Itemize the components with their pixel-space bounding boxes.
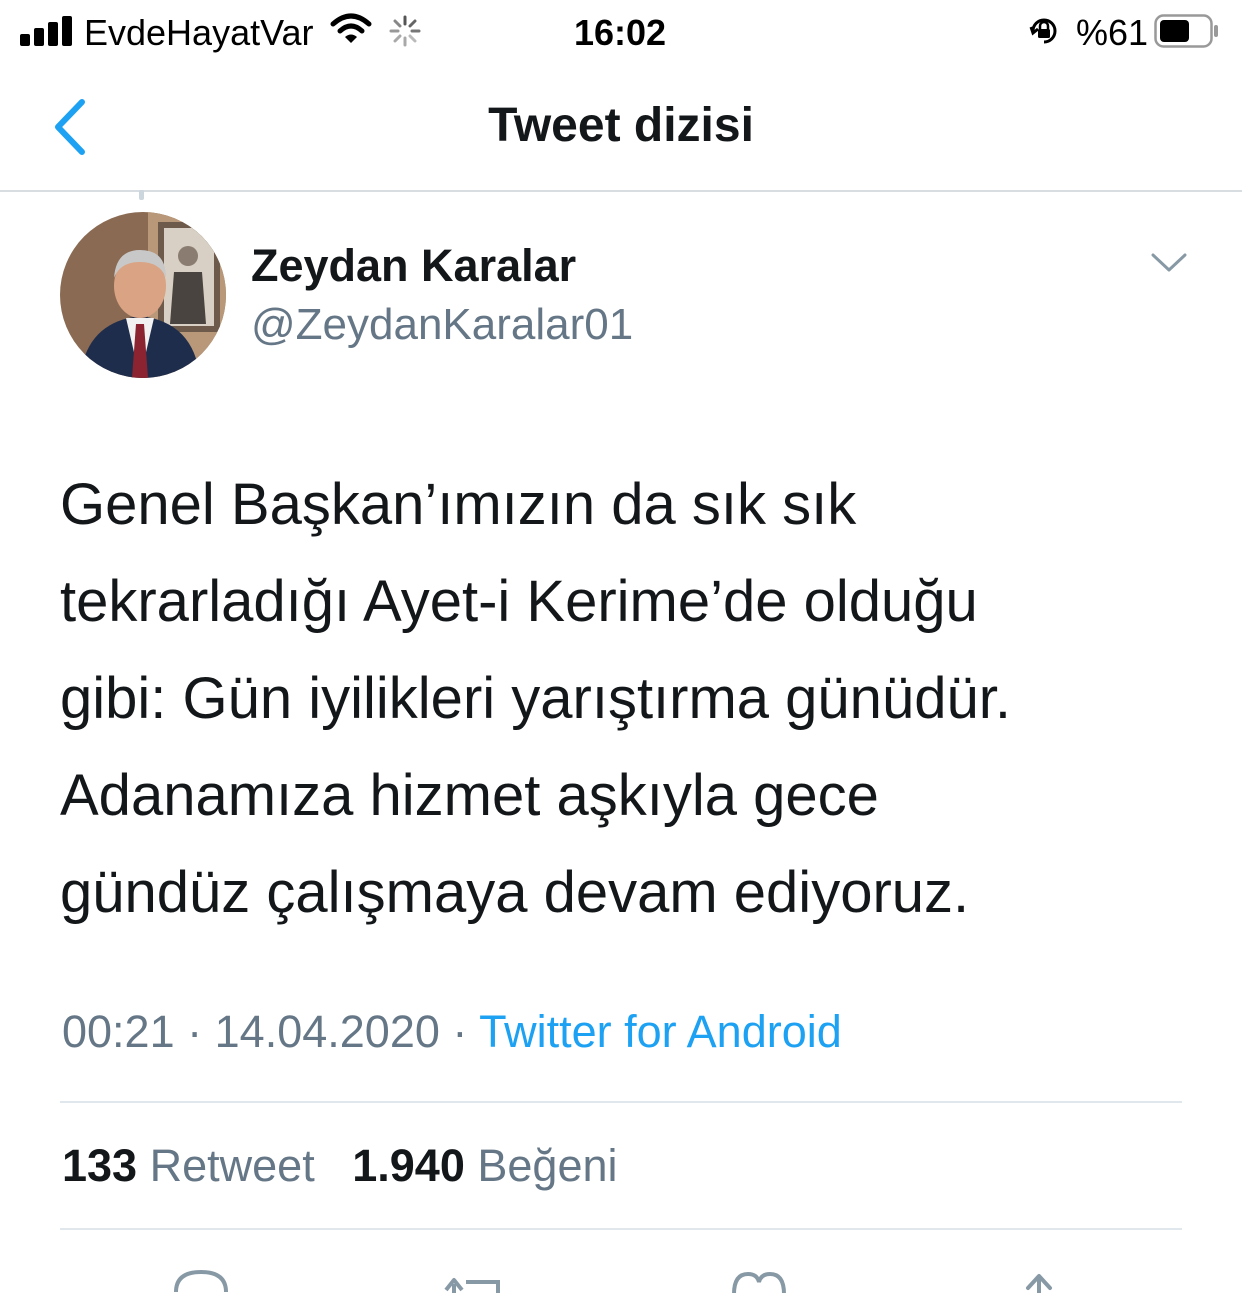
avatar[interactable]: [60, 212, 226, 378]
loading-spinner-icon: [389, 15, 421, 47]
tweet-date: 14.04.2020: [214, 1006, 440, 1057]
meta-separator: ·: [187, 1006, 203, 1057]
author-handle[interactable]: @ZeydanKaralar01: [251, 300, 633, 350]
status-bar: EvdeHayatVar 16:02 %61: [0, 0, 1242, 64]
author-display-name[interactable]: Zeydan Karalar: [251, 240, 576, 292]
retweet-stat[interactable]: 133 Retweet: [62, 1140, 327, 1191]
share-icon[interactable]: [1004, 1262, 1074, 1293]
reply-icon[interactable]: [166, 1262, 236, 1293]
like-count: 1.940: [352, 1140, 465, 1191]
tweet-text-line: Adanamıza hizmet aşkıyla gece: [60, 763, 879, 828]
divider: [60, 1228, 1182, 1230]
retweet-icon[interactable]: [440, 1262, 510, 1293]
retweet-label: Retweet: [149, 1140, 315, 1191]
nav-bar: Tweet dizisi: [0, 64, 1242, 192]
battery-percent: %61: [1076, 12, 1149, 53]
status-time: 16:02: [573, 12, 667, 53]
retweet-count: 133: [62, 1140, 138, 1191]
page-title: Tweet dizisi: [488, 99, 754, 152]
wifi-icon: [330, 13, 372, 43]
like-icon[interactable]: [724, 1262, 794, 1293]
thread-connector: [139, 190, 144, 200]
tweet-text-line: gündüz çalışmaya devam ediyoruz.: [60, 860, 970, 925]
tweet-source-link[interactable]: Twitter for Android: [479, 1006, 842, 1057]
tweet-text: Genel Başkan’ımızın da sık sık tekrarlad…: [60, 456, 1190, 941]
meta-separator: ·: [452, 1006, 468, 1057]
like-stat[interactable]: 1.940 Beğeni: [352, 1140, 617, 1191]
signal-bars-icon: [20, 16, 74, 46]
tweet-text-line: Genel Başkan’ımızın da sık sık: [60, 472, 857, 537]
like-label: Beğeni: [477, 1140, 618, 1191]
tweet-meta: 00:21 · 14.04.2020 · Twitter for Android: [62, 1006, 842, 1058]
divider: [60, 1101, 1182, 1103]
tweet-time: 00:21: [62, 1006, 175, 1057]
battery-icon: [1154, 14, 1218, 48]
tweet-text-line: gibi: Gün iyilikleri yarıştırma günüdür.: [60, 666, 1011, 731]
tweet-text-line: tekrarladığı Ayet-i Kerime’de olduğu: [60, 569, 978, 634]
carrier-name: EvdeHayatVar: [84, 12, 314, 53]
orientation-lock-icon: [1029, 18, 1057, 44]
tweet-stats: 133 Retweet 1.940 Beğeni: [62, 1140, 618, 1192]
chevron-down-icon[interactable]: [1150, 250, 1188, 276]
